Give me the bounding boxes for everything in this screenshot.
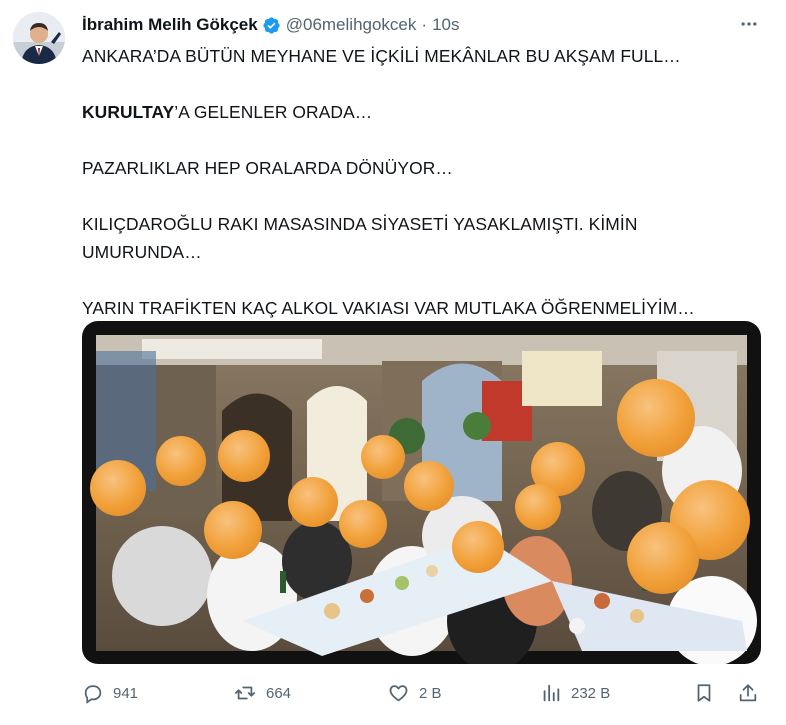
retweet-button[interactable]: 664 <box>233 676 291 710</box>
face-blur <box>218 430 270 482</box>
retweet-icon <box>234 686 256 700</box>
views-count: 232 B <box>571 684 611 702</box>
tweet-line-4a: KILIÇDAROĞLU RAKI MASASINDA SİYASETİ YAS… <box>82 214 638 234</box>
tweet-actions: 941 664 2 B 232 B <box>82 676 772 710</box>
more-icon[interactable] <box>738 13 760 35</box>
verified-icon <box>262 16 281 35</box>
author-handle[interactable]: @06melihgokcek <box>286 15 417 35</box>
tweet-text: ANKARA’DA BÜTÜN MEYHANE VE İÇKİLİ MEKÂNL… <box>82 42 772 322</box>
like-button[interactable]: 2 B <box>387 676 442 710</box>
reply-icon <box>84 685 102 704</box>
like-count: 2 B <box>419 684 442 702</box>
bookmark-button[interactable] <box>693 676 724 710</box>
tweet-media[interactable] <box>82 321 761 664</box>
face-blur <box>404 461 454 511</box>
bookmark-icon <box>697 684 711 702</box>
tweet-time[interactable]: 10s <box>432 15 459 35</box>
media-photo <box>90 335 757 664</box>
face-blur <box>339 500 387 548</box>
face-blur <box>156 436 206 486</box>
share-button[interactable] <box>737 676 768 710</box>
retweet-count: 664 <box>266 684 292 702</box>
reply-button[interactable]: 941 <box>82 676 138 710</box>
tweet-bold-keyword: KURULTAY <box>82 102 175 122</box>
like-icon <box>389 685 408 702</box>
views-button[interactable]: 232 B <box>540 676 610 710</box>
tweet-line-5: YARIN TRAFİKTEN KAÇ ALKOL VAKIASI VAR MU… <box>82 298 695 318</box>
tweet-line-2-rest: ’A GELENLER ORADA… <box>174 102 373 122</box>
tweet-header: İbrahim Melih Gökçek @06melihgokcek · 10… <box>82 13 766 37</box>
tweet-line-4b: UMURUNDA… <box>82 242 202 262</box>
avatar[interactable] <box>13 12 65 64</box>
tweet-line-1: ANKARA’DA BÜTÜN MEYHANE VE İÇKİLİ MEKÂNL… <box>82 46 681 66</box>
face-blur <box>452 521 504 573</box>
views-icon <box>543 684 560 702</box>
reply-count: 941 <box>113 684 139 702</box>
face-blur <box>515 484 561 530</box>
author-name[interactable]: İbrahim Melih Gökçek <box>82 15 258 35</box>
face-blur <box>627 522 699 594</box>
tweet-line-3: PAZARLIKLAR HEP ORALARDA DÖNÜYOR… <box>82 158 453 178</box>
face-blur <box>617 379 695 457</box>
face-blur <box>361 435 405 479</box>
face-blur <box>90 460 146 516</box>
face-blur <box>288 477 338 527</box>
tweet-line-2: KURULTAY’A GELENLER ORADA… <box>82 98 772 126</box>
share-icon <box>739 684 757 702</box>
separator-dot: · <box>421 15 428 34</box>
face-blur <box>204 501 262 559</box>
